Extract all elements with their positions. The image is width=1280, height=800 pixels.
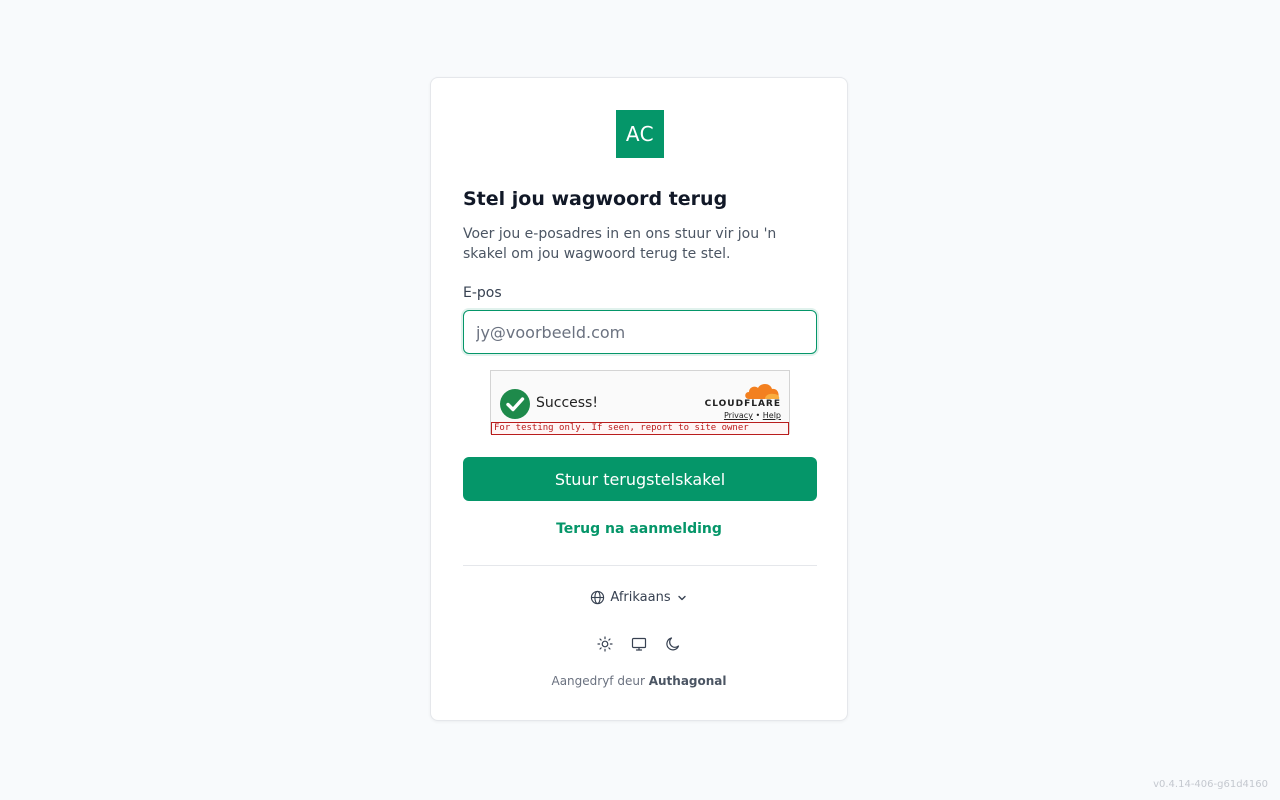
email-label: E-pos <box>463 285 502 301</box>
theme-light-button[interactable] <box>597 636 613 652</box>
logo-text: AC <box>625 122 655 146</box>
cloudflare-cloud-icon <box>745 384 780 399</box>
theme-dark-button[interactable] <box>665 636 681 652</box>
captcha-privacy-link[interactable]: Privacy <box>724 411 753 420</box>
captcha-link-separator: • <box>755 411 761 420</box>
reset-password-card: AC Stel jou wagwoord terug Voer jou e-po… <box>430 77 848 721</box>
language-selector[interactable]: Afrikaans <box>590 590 687 605</box>
captcha-links: Privacy • Help <box>724 411 781 420</box>
monitor-icon <box>631 637 647 651</box>
send-reset-link-button[interactable]: Stuur terugstelskakel <box>463 457 817 501</box>
chevron-down-icon <box>677 595 686 600</box>
theme-system-button[interactable] <box>631 636 647 652</box>
moon-icon <box>666 637 680 651</box>
back-to-login-link[interactable]: Terug na aanmelding <box>431 521 847 537</box>
language-selector-row: Afrikaans <box>431 590 847 605</box>
cloudflare-brand: CLOUDFLARE <box>704 399 781 409</box>
check-circle-icon <box>500 389 530 419</box>
divider <box>463 565 817 566</box>
app-logo: AC <box>616 110 664 158</box>
captcha-test-warning: For testing only. If seen, report to sit… <box>491 422 789 435</box>
globe-icon <box>591 590 605 605</box>
powered-brand: Authagonal <box>648 674 727 688</box>
theme-switcher <box>431 636 847 652</box>
captcha-widget[interactable]: Success! CLOUDFLARE Privacy • Help For t… <box>490 370 790 435</box>
captcha-help-link[interactable]: Help <box>763 411 781 420</box>
version-label: v0.4.14-406-g61d4160 <box>1153 779 1268 790</box>
powered-by: Aangedryf deur Authagonal <box>431 674 847 688</box>
captcha-status-text: Success! <box>536 395 598 411</box>
powered-prefix: Aangedryf deur <box>551 674 645 688</box>
language-label: Afrikaans <box>610 590 671 605</box>
page-subtitle: Voer jou e-posadres in en ons stuur vir … <box>463 226 777 262</box>
sun-icon <box>597 636 613 652</box>
email-input[interactable] <box>463 310 817 354</box>
page-title: Stel jou wagwoord terug <box>463 188 728 210</box>
